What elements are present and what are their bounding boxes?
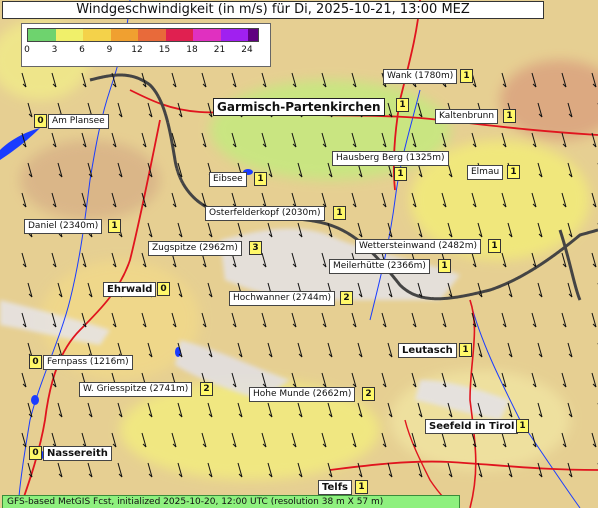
location-label-garmisch: Garmisch-Partenkirchen	[213, 98, 385, 116]
location-label-ehrwald: Ehrwald	[103, 282, 157, 297]
location-label-eibsee: Eibsee	[209, 172, 247, 187]
legend-swatch	[193, 29, 221, 41]
location-label-osterfelder: Osterfelderkopf (2030m)	[205, 206, 325, 221]
wind-value-nassereith: 0	[29, 446, 42, 460]
wind-value-eibsee: 1	[254, 172, 267, 186]
wind-value-garmisch: 1	[396, 98, 409, 112]
wind-value-elmau: 1	[507, 165, 520, 179]
legend-swatch	[138, 29, 166, 41]
forecast-footer: GFS-based MetGIS Fcst, initialized 2025-…	[2, 495, 460, 508]
legend-tick-label: 21	[213, 45, 226, 55]
location-label-leutasch: Leutasch	[398, 343, 457, 358]
legend-tick-label: 12	[131, 45, 143, 55]
legend-colorbar	[27, 28, 259, 42]
wind-value-ehrwald: 0	[157, 282, 170, 296]
wind-value-plansee: 0	[34, 114, 47, 128]
location-label-kaltenbrunn: Kaltenbrunn	[435, 109, 499, 124]
location-label-telfs: Telfs	[318, 480, 353, 495]
wind-value-hochwanner: 2	[340, 291, 353, 305]
location-label-hohemunde: Hohe Munde (2662m)	[249, 387, 356, 402]
wind-value-wetterstein: 1	[488, 239, 501, 253]
weather-map: Windgeschwindigkeit (in m/s) für Di, 202…	[0, 0, 598, 508]
wind-value-zugspitze: 3	[249, 241, 262, 255]
legend-tick-label: 0	[24, 45, 30, 55]
legend-swatch	[248, 29, 258, 41]
wind-value-kaltenbrunn: 1	[503, 109, 516, 123]
location-label-seefeld: Seefeld in Tirol	[425, 419, 519, 434]
location-label-wank: Wank (1780m)	[383, 69, 458, 84]
legend-swatch	[220, 29, 248, 41]
wind-value-meiler: 1	[438, 259, 451, 273]
legend-tick-label: 6	[79, 45, 85, 55]
legend-tick-label: 18	[186, 45, 198, 55]
location-label-plansee: Am Plansee	[48, 114, 109, 129]
location-label-hochwanner: Hochwanner (2744m)	[229, 291, 336, 306]
location-label-griesspitze: W. Griesspitze (2741m)	[79, 382, 193, 397]
legend-tick-label: 15	[158, 45, 171, 55]
wind-value-daniel: 1	[108, 219, 121, 233]
wind-value-griesspitze: 2	[200, 382, 213, 396]
location-label-elmau: Elmau	[467, 165, 504, 180]
location-label-zugspitze: Zugspitze (2962m)	[148, 241, 242, 256]
wind-value-hohemunde: 2	[362, 387, 375, 401]
legend-swatch	[28, 29, 56, 41]
wind-value-wank: 1	[460, 69, 473, 83]
map-title: Windgeschwindigkeit (in m/s) für Di, 202…	[2, 1, 544, 19]
location-label-nassereith: Nassereith	[43, 446, 112, 461]
legend-swatch	[165, 29, 193, 41]
wind-value-seefeld: 1	[516, 419, 529, 433]
wind-value-fernpass: 0	[29, 355, 42, 369]
location-label-wetterstein: Wettersteinwand (2482m)	[355, 239, 482, 254]
legend-tick-label: 9	[106, 45, 113, 55]
wind-legend: 0 3 6 9 12 15 18 21 24	[21, 23, 271, 67]
legend-tick-label: 3	[51, 45, 58, 55]
wind-value-hausberg: 1	[394, 167, 407, 181]
location-label-fernpass: Fernpass (1216m)	[43, 355, 133, 370]
wind-value-telfs: 1	[355, 480, 368, 494]
legend-swatch	[55, 29, 83, 41]
legend-ticks: 0 3 6 9 12 15 18 21 24	[22, 45, 270, 59]
location-label-hausberg: Hausberg Berg (1325m)	[332, 151, 449, 166]
legend-swatch	[83, 29, 111, 41]
legend-swatch	[110, 29, 138, 41]
wind-value-osterfelder: 1	[333, 206, 346, 220]
legend-tick-label: 24	[241, 45, 253, 55]
wind-value-leutasch: 1	[459, 343, 472, 357]
location-label-daniel: Daniel (2340m)	[24, 219, 103, 234]
location-label-meiler: Meilerhütte (2366m)	[329, 259, 430, 274]
